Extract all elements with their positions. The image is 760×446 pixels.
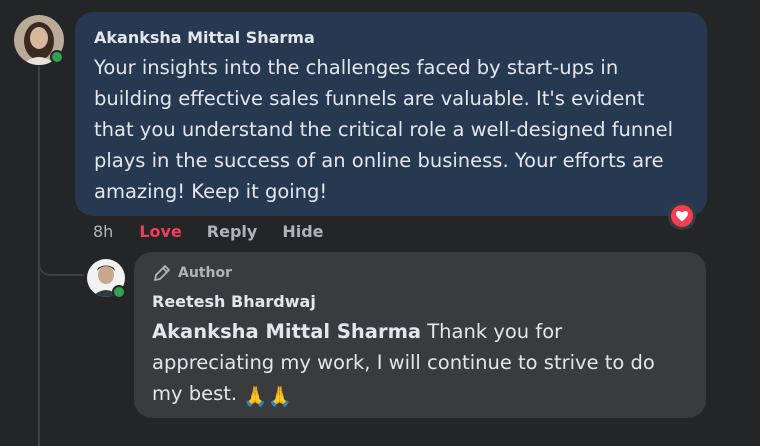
comment-timestamp[interactable]: 8h: [93, 222, 113, 241]
reply-online-status-dot: [112, 285, 126, 299]
love-button[interactable]: Love: [139, 222, 181, 241]
praying-hands-emoji: 🙏🙏: [243, 385, 292, 408]
mention-link[interactable]: Akanksha Mittal Sharma: [152, 320, 421, 343]
comment-bubble: Akanksha Mittal Sharma Your insights int…: [75, 12, 707, 216]
hide-button[interactable]: Hide: [282, 222, 323, 241]
reply-button[interactable]: Reply: [207, 222, 258, 241]
reply-bubble: Author Reetesh Bhardwaj Akanksha Mittal …: [134, 252, 706, 418]
author-badge: Author: [152, 262, 688, 284]
heart-icon: [676, 210, 688, 221]
pen-icon: [154, 265, 170, 281]
reaction-summary[interactable]: [668, 202, 696, 230]
author-badge-label: Author: [178, 265, 232, 281]
comment-actions: 8h Love Reply Hide: [93, 219, 349, 243]
comment-text: Your insights into the challenges faced …: [94, 56, 674, 203]
online-status-dot: [50, 50, 64, 64]
reply-branch-line: [38, 236, 84, 276]
comment-author-name[interactable]: Akanksha Mittal Sharma: [94, 27, 689, 49]
reply-author-name[interactable]: Reetesh Bhardwaj: [152, 291, 688, 313]
reply-text: Akanksha Mittal Sharma Thank you for app…: [152, 316, 688, 412]
